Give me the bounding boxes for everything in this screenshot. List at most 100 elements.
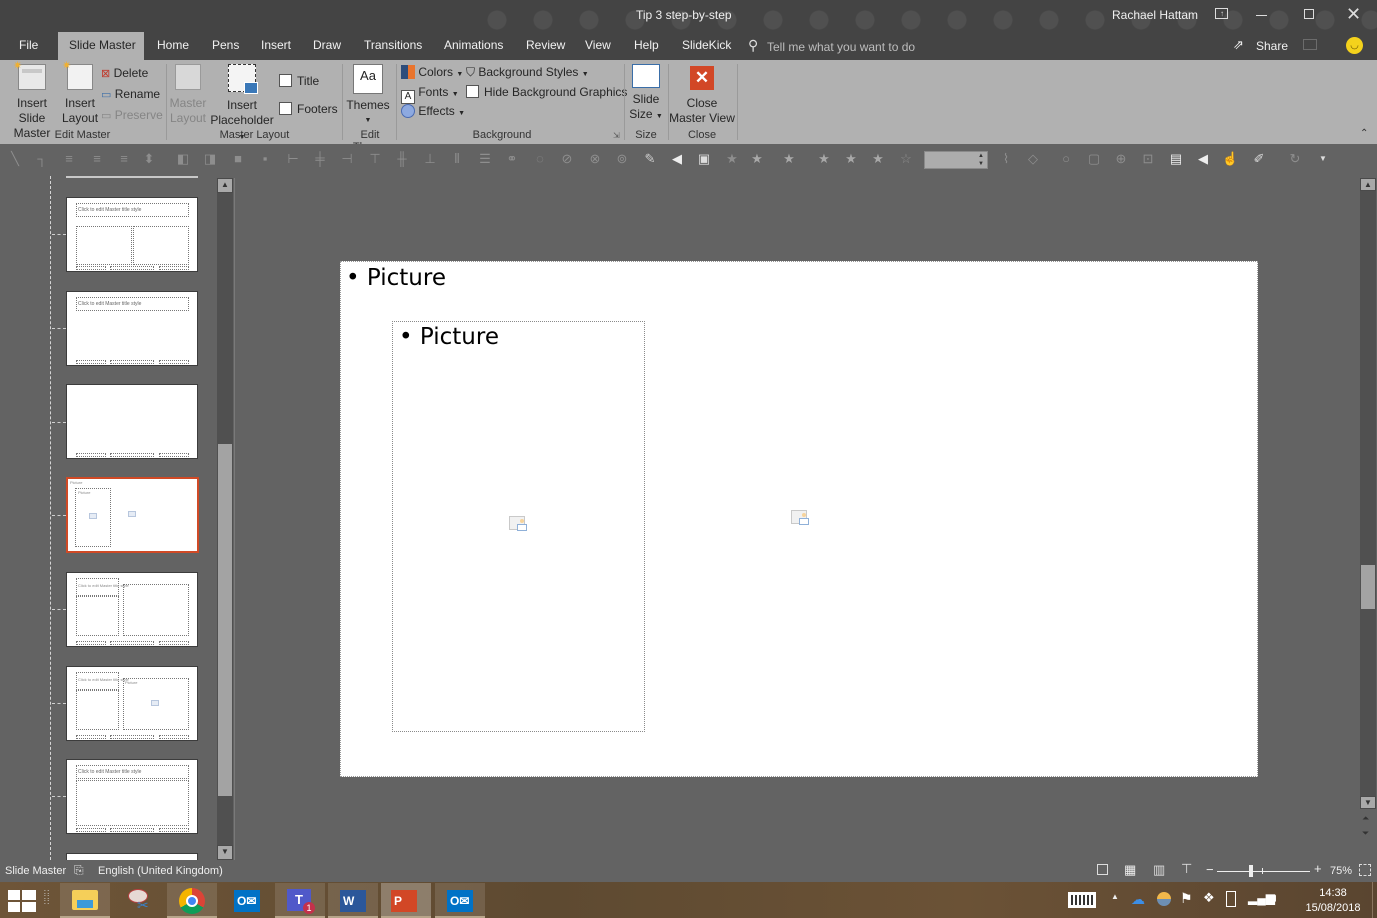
taskbar-outlook-2[interactable]: O✉ <box>435 883 485 918</box>
oval-icon[interactable]: ○ <box>1059 152 1073 166</box>
taskbar-word[interactable]: W <box>328 883 378 918</box>
merge-subtract-icon[interactable]: ⊚ <box>615 152 629 166</box>
close-window-button[interactable]: ✕ <box>1346 4 1361 24</box>
taskbar-snipping-tool[interactable]: ✂ <box>115 883 165 918</box>
taskbar-powerpoint[interactable]: P <box>381 883 431 918</box>
thumbnail-picture-selected[interactable]: Picture Picture <box>66 477 199 553</box>
merge-combine-icon[interactable]: ◌ <box>533 152 547 166</box>
title-checkbox-box[interactable] <box>279 74 292 87</box>
animation-painter-icon[interactable]: ◀ <box>670 152 684 166</box>
zoom-in-button[interactable]: + <box>1314 862 1322 875</box>
bring-to-front-icon[interactable]: ■ <box>231 152 245 166</box>
align-objects-right-icon[interactable]: ⊣ <box>340 152 354 166</box>
windows-start-button[interactable] <box>8 890 36 912</box>
thumbnail-blank[interactable] <box>66 384 198 459</box>
master-layout-button[interactable]: Master Layout <box>168 64 208 126</box>
zoom-slider[interactable] <box>1217 871 1310 872</box>
language-indicator[interactable]: English (United Kingdom) <box>98 865 223 877</box>
close-master-view-button[interactable]: ✕ Close Master View <box>669 64 735 126</box>
rounded-rectangle-icon[interactable]: ▢ <box>1087 152 1101 166</box>
thumbnail-scrollbar-thumb[interactable] <box>218 444 232 796</box>
motion-path-icon[interactable]: ★ <box>871 152 885 166</box>
thumbnail-scroll-up-button[interactable]: ▲ <box>217 178 233 193</box>
hide-background-graphics-checkbox[interactable]: Hide Background Graphics <box>466 84 627 100</box>
network-signal-icon[interactable]: ▂▄▆ <box>1248 891 1275 905</box>
align-objects-left-icon[interactable]: ⊢ <box>286 152 300 166</box>
bring-forward-icon[interactable]: ◧ <box>176 152 190 166</box>
thumbnail-partial[interactable] <box>66 853 198 860</box>
send-to-back-icon[interactable]: ▪ <box>258 152 272 166</box>
exit-effect-icon[interactable]: ★ <box>844 152 858 166</box>
user-name[interactable]: Rachael Hattam <box>1112 8 1198 22</box>
distribute-horizontal-icon[interactable]: ⦀ <box>450 152 464 166</box>
hide-background-graphics-box[interactable] <box>466 85 479 98</box>
outer-picture-placeholder-text[interactable]: • Picture <box>346 265 446 291</box>
normal-view-icon[interactable] <box>1097 864 1108 875</box>
tab-view[interactable]: View <box>577 32 619 60</box>
action-icon[interactable]: ⊡ <box>1141 152 1155 166</box>
taskbar-teams[interactable]: T 1 <box>275 883 325 918</box>
video-icon[interactable]: ▤ <box>1169 152 1183 166</box>
battery-icon[interactable] <box>1226 891 1236 907</box>
tab-animations[interactable]: Animations <box>436 32 511 60</box>
zoom-level[interactable]: 75% <box>1330 865 1352 877</box>
align-right-icon[interactable]: ≡ <box>117 152 131 166</box>
weather-icon[interactable] <box>1157 892 1171 906</box>
taskbar-outlook[interactable]: O✉ <box>222 883 272 918</box>
entrance-effect-icon[interactable]: ★ <box>782 152 796 166</box>
clock[interactable]: 14:38 15/08/2018 <box>1300 886 1366 916</box>
tab-pens[interactable]: Pens <box>204 32 247 60</box>
background-styles-button[interactable]: ⛉ Background Styles ▼ <box>466 64 589 83</box>
line-icon[interactable]: ╲ <box>8 152 22 166</box>
themes-button[interactable]: Aa Themes ▼ <box>345 64 391 128</box>
onedrive-icon[interactable]: ☁ <box>1131 891 1145 908</box>
animation-outline-star-icon[interactable]: ☆ <box>899 152 913 166</box>
tab-review[interactable]: Review <box>518 32 573 60</box>
main-scrollbar[interactable] <box>1360 178 1376 809</box>
main-scrollbar-thumb[interactable] <box>1361 565 1375 609</box>
pane-splitter[interactable] <box>234 178 235 860</box>
fit-to-window-icon[interactable] <box>1359 864 1371 876</box>
send-backward-icon[interactable]: ◨ <box>203 152 217 166</box>
tab-draw[interactable]: Draw <box>305 32 349 60</box>
selection-pane-icon[interactable]: ▣ <box>697 152 711 166</box>
main-scroll-up-button[interactable]: ▲ <box>1360 178 1376 191</box>
merge-intersect-icon[interactable]: ⊗ <box>588 152 602 166</box>
reading-view-icon[interactable]: ▥ <box>1153 863 1165 876</box>
taskbar-file-explorer[interactable] <box>60 883 110 918</box>
align-top-icon[interactable]: ⊤ <box>368 152 382 166</box>
spinner-arrows-icon[interactable]: ▲ ▼ <box>978 152 984 168</box>
delete-button[interactable]: ⊠ Delete <box>101 65 148 82</box>
comments-icon[interactable] <box>1303 39 1317 50</box>
next-slide-icon[interactable]: ⏷ <box>1362 828 1369 839</box>
thumbnail-content-with-caption[interactable]: Click to edit Master title style <box>66 572 198 647</box>
audio-icon[interactable]: ◀ <box>1196 152 1210 166</box>
action-center-flag-icon[interactable]: ⚑ <box>1180 890 1193 907</box>
rename-button[interactable]: ▭ Rename <box>101 86 160 103</box>
merge-fragment-icon[interactable]: ⊘ <box>560 152 574 166</box>
customize-toolbar-icon[interactable]: ▼ <box>1316 152 1330 166</box>
align-left-icon[interactable]: ≡ <box>62 152 76 166</box>
hyperlink-icon[interactable]: ⊕ <box>1114 152 1128 166</box>
smiley-feedback-icon[interactable]: ◡ <box>1346 37 1363 54</box>
zoom-out-button[interactable]: − <box>1206 863 1214 876</box>
taskbar-chrome[interactable] <box>167 883 217 918</box>
previous-slide-icon[interactable]: ⏶ <box>1362 813 1369 824</box>
tab-slide-master[interactable]: Slide Master <box>58 32 144 60</box>
text-direction-icon[interactable]: ⬍ <box>142 152 156 166</box>
main-scroll-down-button[interactable]: ▼ <box>1360 796 1376 809</box>
align-bottom-icon[interactable]: ⊥ <box>423 152 437 166</box>
thumbnail-comparison[interactable]: Click to edit Master title style <box>66 197 198 272</box>
animation-duration-spinner[interactable]: ▲ ▼ <box>924 151 988 169</box>
volume-icon[interactable]: 🔈︎ <box>1272 890 1280 906</box>
footers-checkbox-box[interactable] <box>279 102 292 115</box>
pens-icon[interactable]: ✐ <box>1252 152 1266 166</box>
effects-button[interactable]: Effects ▼ <box>401 103 465 122</box>
elbow-connector-icon[interactable]: ┐ <box>35 152 49 166</box>
dropbox-icon[interactable]: ❖ <box>1203 890 1215 906</box>
task-view-grip-icon[interactable]: ∷ ∷ ∷ <box>44 889 49 907</box>
show-hidden-icons-button[interactable]: ▲ <box>1111 892 1119 901</box>
footers-checkbox[interactable]: Footers <box>279 101 338 117</box>
tab-home[interactable]: Home <box>149 32 197 60</box>
align-objects-center-icon[interactable]: ╪ <box>313 152 327 166</box>
